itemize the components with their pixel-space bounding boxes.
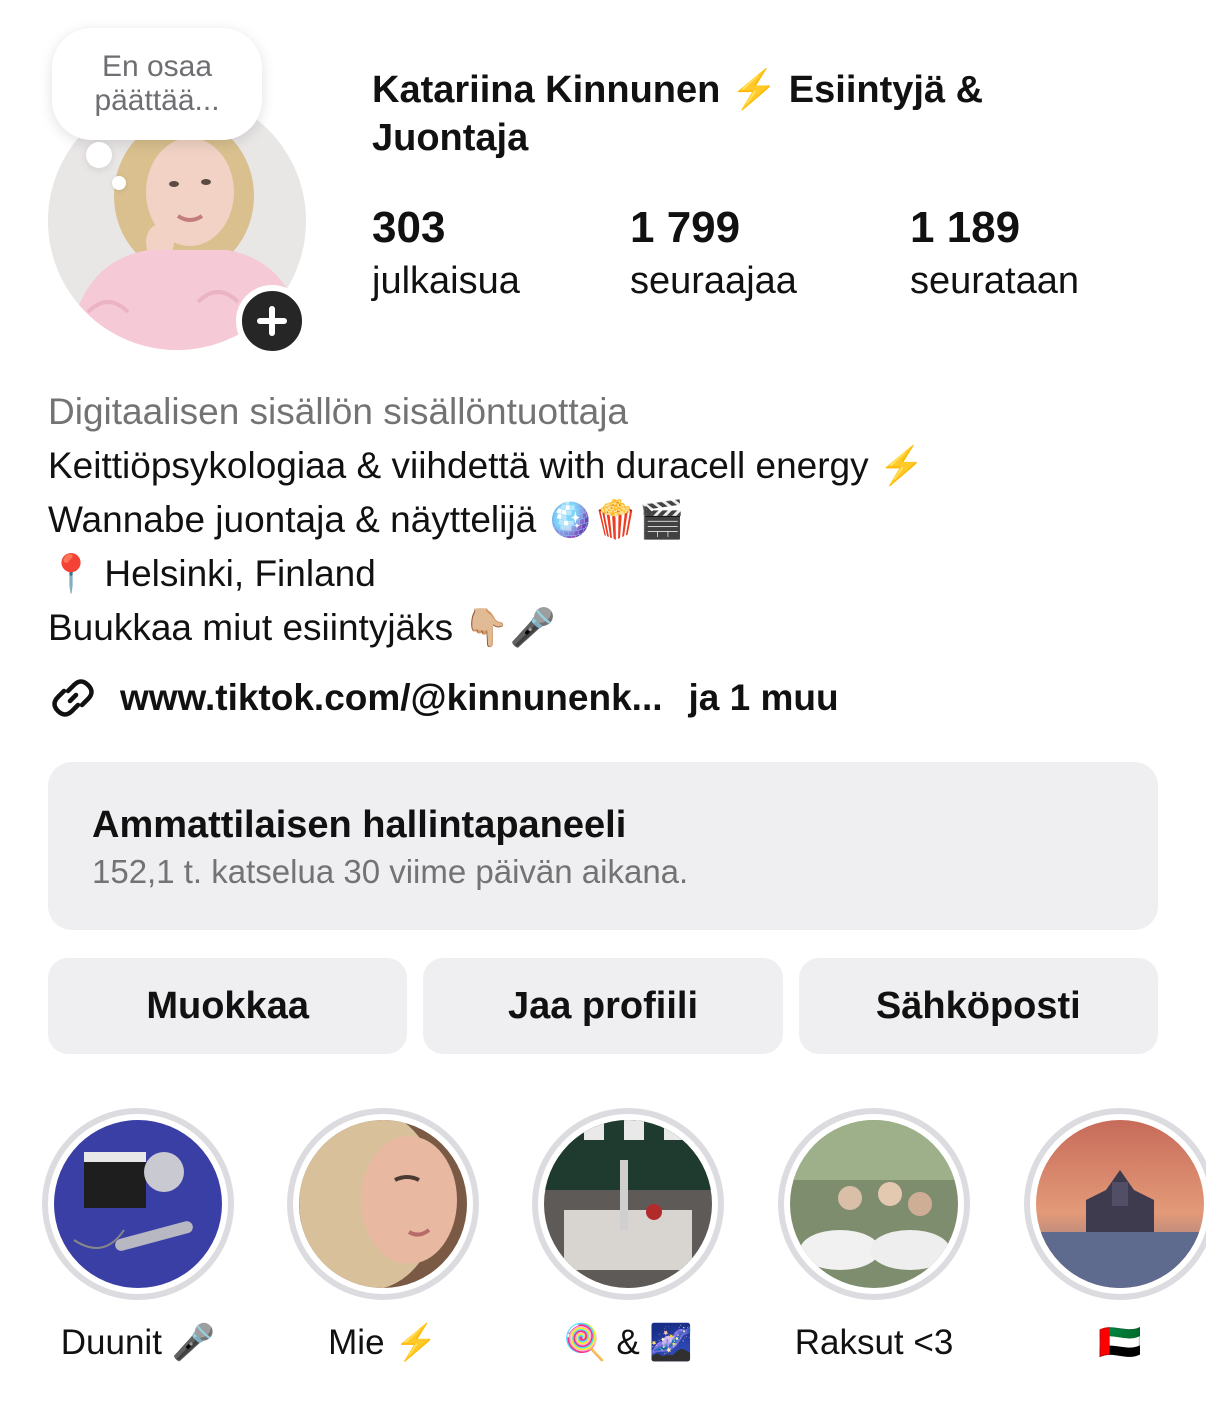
link-icon <box>48 673 98 723</box>
note-bubble-tail <box>86 142 112 168</box>
highlight-label: Raksut <3 <box>794 1323 954 1362</box>
stat-value: 1 189 <box>910 203 1021 252</box>
highlight-mie[interactable]: Mie ⚡️ <box>285 1108 481 1366</box>
stat-following[interactable]: 1 189 seurataan <box>910 200 1079 306</box>
highlight-ring <box>1024 1108 1206 1300</box>
highlight-lollipop[interactable]: 🍭 & 🌌 <box>530 1108 726 1366</box>
note-bubble[interactable]: En osaa päättää... <box>52 28 262 140</box>
highlight-ring <box>42 1108 234 1300</box>
highlight-cover <box>54 1120 222 1288</box>
stat-value: 1 799 <box>630 203 741 252</box>
dashboard-subtitle: 152,1 t. katselua 30 viime päivän aikana… <box>92 853 689 890</box>
bio: Digitaalisen sisällön sisällöntuottaja K… <box>48 385 1168 725</box>
highlight-duunit[interactable]: Duunit 🎤 <box>40 1108 236 1366</box>
bio-line: 📍 Helsinki, Finland <box>48 553 376 594</box>
highlight-cover <box>544 1120 712 1288</box>
highlight-label: 🍭 & 🌌 <box>563 1323 693 1362</box>
stat-label: seurataan <box>910 260 1080 302</box>
professional-dashboard[interactable]: Ammattilaisen hallintapaneeli 152,1 t. k… <box>48 762 1158 930</box>
plus-icon <box>257 306 287 336</box>
bio-category: Digitaalisen sisällön sisällöntuottaja <box>48 391 628 432</box>
highlight-ring <box>287 1108 479 1300</box>
story-highlights: Duunit 🎤 Mie ⚡️ 🍭 & 🌌 Raksut <3 🇦🇪 <box>0 1108 1206 1368</box>
edit-profile-button[interactable]: Muokkaa <box>48 958 408 1054</box>
bio-link-url[interactable]: www.tiktok.com/@kinnunenk... <box>120 671 663 725</box>
stat-posts[interactable]: 303 julkaisua <box>372 200 520 306</box>
email-button[interactable]: Sähköposti <box>798 958 1158 1054</box>
highlight-label: Duunit 🎤 <box>60 1323 216 1362</box>
add-story-button[interactable] <box>236 285 308 357</box>
profile-name: Katariina Kinnunen ⚡️ Esiintyjä & Juonta… <box>372 69 984 159</box>
highlight-cover <box>1036 1120 1204 1288</box>
bio-line: Wannabe juontaja & näyttelijä 🪩🍿🎬 <box>48 499 685 540</box>
dashboard-title: Ammattilaisen hallintapaneeli <box>92 804 627 846</box>
highlight-raksut[interactable]: Raksut <3 <box>776 1108 972 1366</box>
highlight-ring <box>532 1108 724 1300</box>
bio-line: Buukkaa miut esiintyjäks 👇🏼🎤 <box>48 607 556 648</box>
highlight-uae[interactable]: 🇦🇪 <box>1022 1108 1206 1366</box>
bio-line: Keittiöpsykologiaa & viihdettä with dura… <box>48 445 925 486</box>
highlight-ring <box>778 1108 970 1300</box>
note-text: En osaa päättää... <box>94 50 220 117</box>
profile-actions: Muokkaa Jaa profiili Sähköposti <box>48 958 1158 1054</box>
highlight-cover <box>299 1120 467 1288</box>
stat-label: seuraajaa <box>630 260 797 302</box>
share-profile-button[interactable]: Jaa profiili <box>423 958 783 1054</box>
note-bubble-tail-small <box>112 176 126 190</box>
bio-links[interactable]: www.tiktok.com/@kinnunenk... ja 1 muu <box>48 671 1168 725</box>
highlight-cover <box>790 1120 958 1288</box>
stat-followers[interactable]: 1 799 seuraajaa <box>630 200 797 306</box>
stat-value: 303 <box>372 203 446 252</box>
stat-label: julkaisua <box>372 260 520 302</box>
highlight-label: 🇦🇪 <box>1098 1323 1142 1362</box>
bio-link-more[interactable]: ja 1 muu <box>689 671 839 725</box>
highlight-label: Mie ⚡️ <box>328 1323 438 1362</box>
